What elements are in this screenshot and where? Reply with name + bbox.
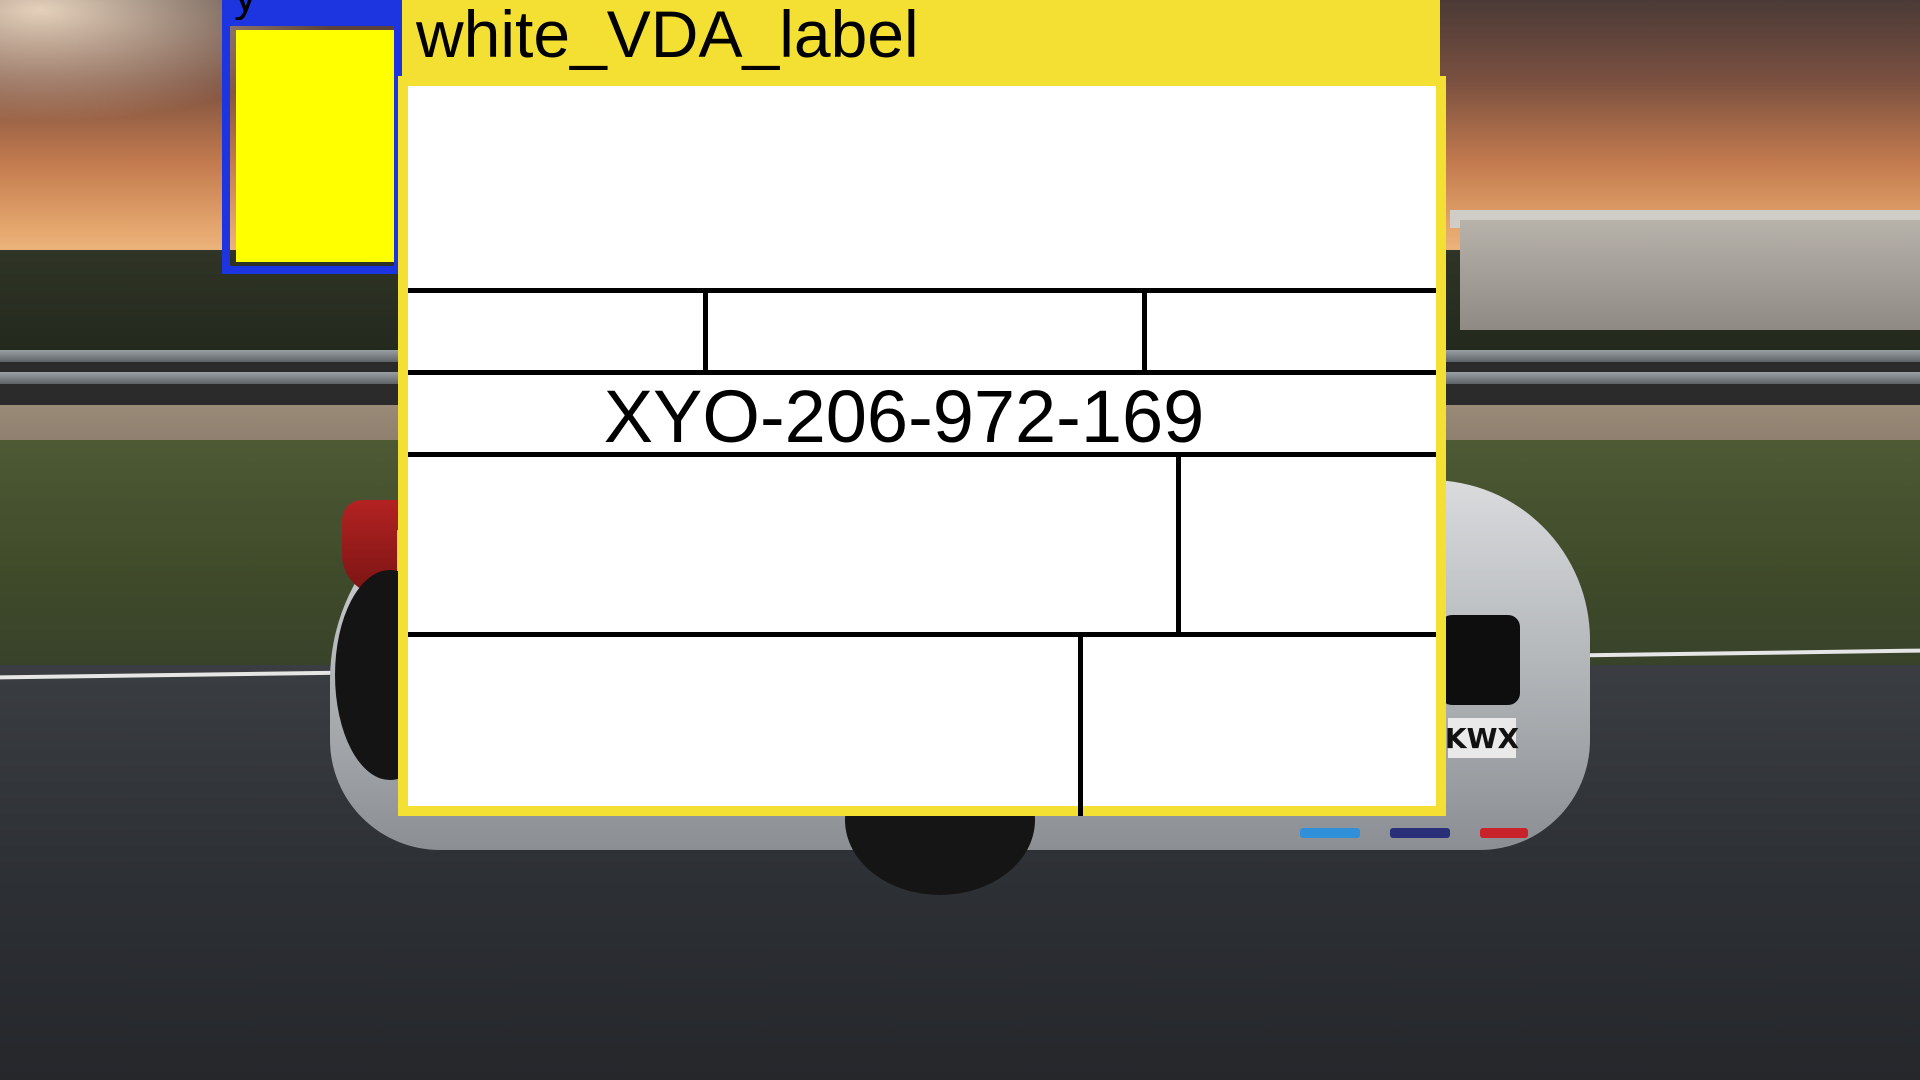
label-class-text: white_VDA_label [416, 0, 919, 71]
label-code: XYO-206-972-169 [603, 375, 1205, 458]
label-rule [408, 632, 1436, 637]
label-divider [1078, 632, 1083, 816]
car-grille [1440, 615, 1520, 705]
label-divider [1176, 452, 1181, 637]
building [1460, 220, 1920, 330]
label-rule [408, 288, 1436, 293]
label-class-tag: white_VDA_label [402, 0, 1440, 80]
car-stripe-navy [1390, 828, 1450, 838]
secondary-box-label: y [234, 0, 257, 20]
car-stripe-blue [1300, 828, 1360, 838]
label-divider [1142, 288, 1147, 375]
secondary-bounding-box[interactable] [222, 18, 402, 274]
license-plate: KWX [1445, 718, 1519, 758]
car-stripe-red [1480, 828, 1528, 838]
secondary-box-tag: y [222, 0, 402, 20]
label-divider [703, 288, 708, 375]
vda-label-bounding-box[interactable]: XYO-206-972-169 [398, 76, 1446, 816]
